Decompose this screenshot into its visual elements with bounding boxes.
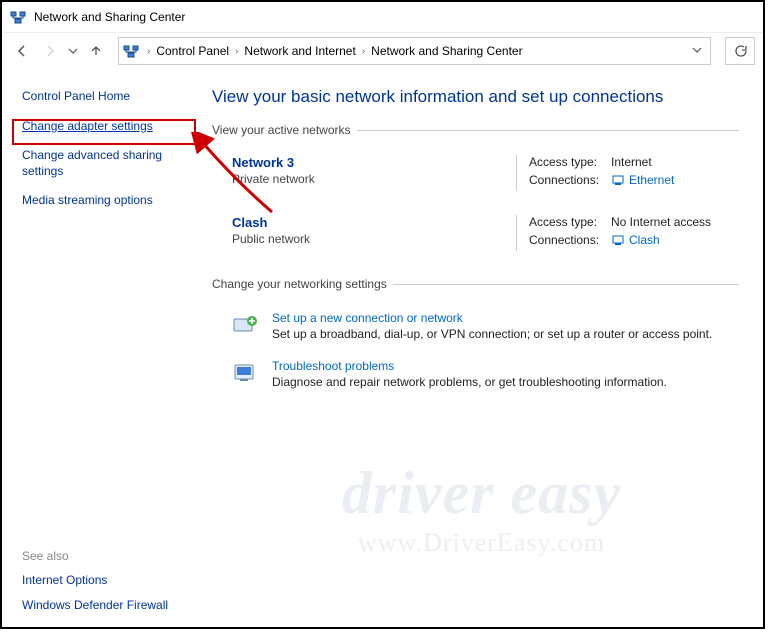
- see-also-internet-options[interactable]: Internet Options: [22, 573, 168, 589]
- new-connection-link[interactable]: Set up a new connection or network: [272, 311, 712, 325]
- sidebar-change-adapter[interactable]: Change adapter settings: [22, 119, 188, 135]
- network-row: Network 3 Private network Access type: I…: [212, 151, 739, 211]
- troubleshoot-icon: [232, 359, 260, 387]
- chevron-right-icon[interactable]: ›: [143, 46, 154, 57]
- ethernet-icon: [611, 233, 625, 247]
- ethernet-icon: [611, 173, 625, 187]
- chevron-right-icon[interactable]: ›: [231, 46, 242, 57]
- back-button[interactable]: [10, 39, 34, 63]
- network-name: Clash: [232, 215, 516, 230]
- connection-link[interactable]: Ethernet: [629, 173, 674, 187]
- chevron-right-icon[interactable]: ›: [358, 46, 369, 57]
- main-content: View your basic network information and …: [200, 69, 763, 628]
- address-bar[interactable]: › Control Panel › Network and Internet ›…: [118, 37, 711, 65]
- see-also-defender-firewall[interactable]: Windows Defender Firewall: [22, 598, 168, 614]
- network-name: Network 3: [232, 155, 516, 170]
- network-center-icon: [123, 43, 139, 59]
- settings-item-troubleshoot: Troubleshoot problems Diagnose and repai…: [212, 353, 739, 401]
- connections-label: Connections:: [529, 173, 611, 187]
- connection-link[interactable]: Clash: [629, 233, 660, 247]
- access-type-label: Access type:: [529, 215, 611, 229]
- settings-item-new-connection: Set up a new connection or network Set u…: [212, 305, 739, 353]
- breadcrumb-control-panel[interactable]: Control Panel: [154, 38, 231, 64]
- breadcrumb-network-internet[interactable]: Network and Internet: [242, 38, 357, 64]
- titlebar: Network and Sharing Center: [2, 2, 763, 33]
- connections-label: Connections:: [529, 233, 611, 247]
- network-type: Private network: [232, 172, 516, 186]
- watermark: driver easy www.DriverEasy.com: [200, 459, 763, 558]
- access-type-value: No Internet access: [611, 215, 711, 229]
- breadcrumb-network-sharing[interactable]: Network and Sharing Center: [369, 38, 524, 64]
- watermark-text: driver easy: [200, 459, 763, 528]
- network-type: Public network: [232, 232, 516, 246]
- new-connection-desc: Set up a broadband, dial-up, or VPN conn…: [272, 327, 712, 341]
- active-networks-header: View your active networks: [212, 123, 739, 137]
- refresh-button[interactable]: [725, 37, 755, 65]
- recent-locations-dropdown[interactable]: [66, 39, 80, 63]
- change-settings-header: Change your networking settings: [212, 277, 739, 291]
- forward-button[interactable]: [38, 39, 62, 63]
- sidebar: Control Panel Home Change adapter settin…: [2, 69, 200, 628]
- sidebar-home[interactable]: Control Panel Home: [22, 89, 188, 105]
- sidebar-advanced-sharing[interactable]: Change advanced sharing settings: [22, 148, 188, 179]
- address-dropdown-icon[interactable]: [688, 44, 706, 58]
- sidebar-media-streaming[interactable]: Media streaming options: [22, 193, 188, 209]
- window-frame: Network and Sharing Center › Control Pan…: [0, 0, 765, 629]
- network-row: Clash Public network Access type: No Int…: [212, 211, 739, 271]
- navbar: › Control Panel › Network and Internet ›…: [2, 33, 763, 69]
- watermark-url: www.DriverEasy.com: [200, 528, 763, 558]
- body: Control Panel Home Change adapter settin…: [2, 69, 763, 628]
- active-networks-label: View your active networks: [212, 123, 351, 137]
- see-also-section: See also Internet Options Windows Defend…: [22, 549, 168, 614]
- see-also-heading: See also: [22, 549, 168, 563]
- new-connection-icon: [232, 311, 260, 339]
- window-title: Network and Sharing Center: [34, 10, 185, 24]
- change-settings-label: Change your networking settings: [212, 277, 387, 291]
- network-center-icon: [10, 9, 26, 25]
- access-type-value: Internet: [611, 155, 652, 169]
- access-type-label: Access type:: [529, 155, 611, 169]
- troubleshoot-desc: Diagnose and repair network problems, or…: [272, 375, 667, 389]
- up-button[interactable]: [84, 39, 108, 63]
- troubleshoot-link[interactable]: Troubleshoot problems: [272, 359, 667, 373]
- page-heading: View your basic network information and …: [212, 87, 739, 107]
